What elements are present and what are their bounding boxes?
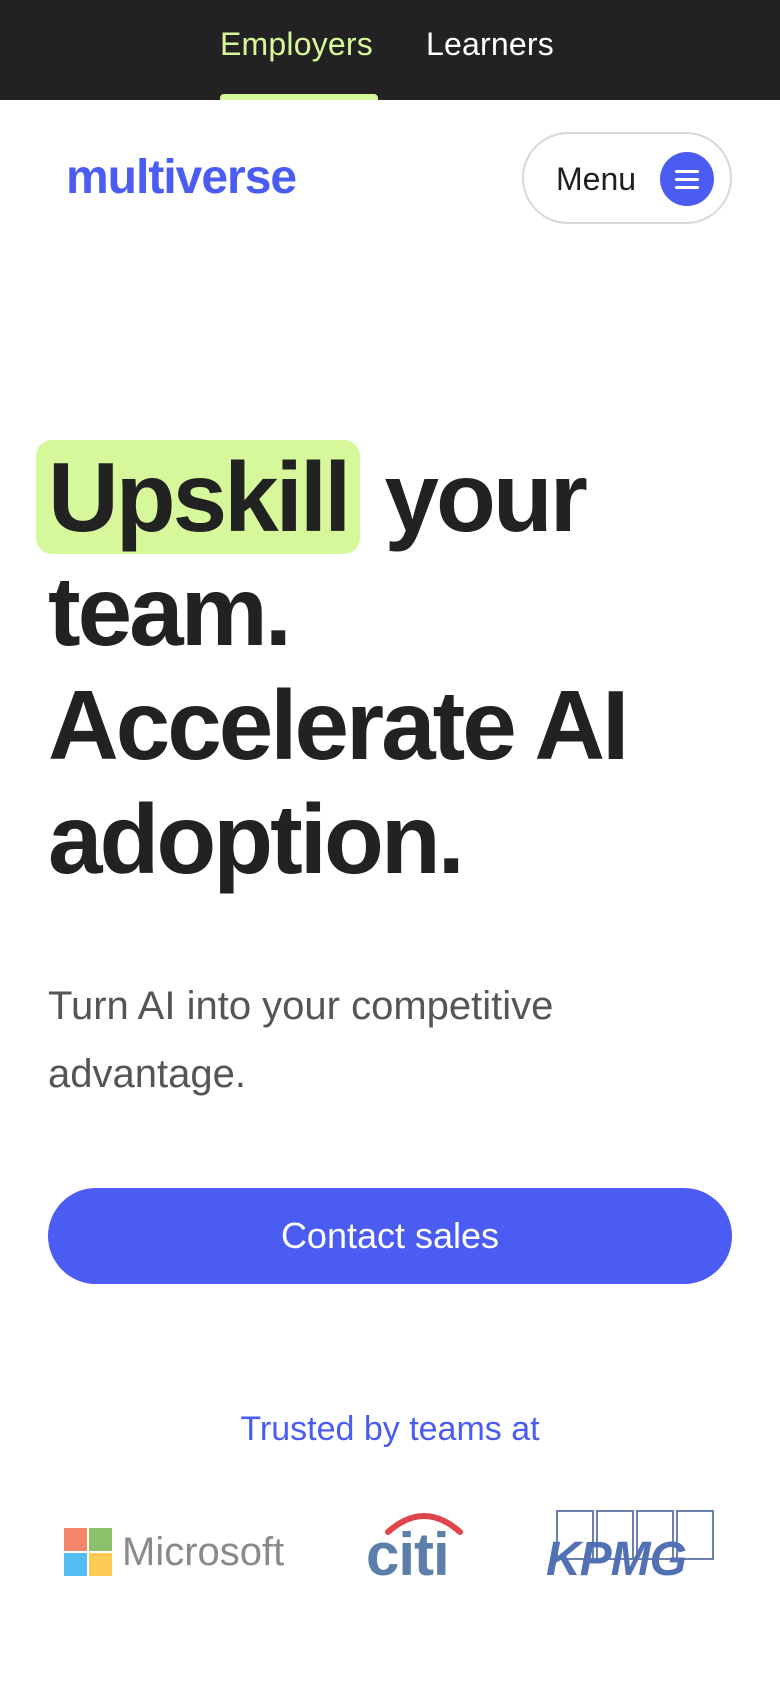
menu-label: Menu <box>556 161 637 197</box>
audience-switcher: Employers Learners <box>0 0 780 100</box>
tab-learners[interactable]: Learners <box>426 26 554 63</box>
contact-sales-button[interactable]: Contact sales <box>48 1188 732 1284</box>
menu-button[interactable]: Menu <box>522 132 732 224</box>
multiverse-logo[interactable]: multiverse <box>66 150 297 205</box>
hero-line1-rest: your <box>360 442 588 552</box>
citi-wordmark: citi <box>366 1521 450 1588</box>
hero-line3: Accelerate AI <box>48 670 629 780</box>
hero-line4: adoption. <box>48 784 465 894</box>
hero-highlight-word: Upskill <box>36 440 361 554</box>
hero-subtitle: Turn AI into your competitive advantage. <box>48 984 554 1096</box>
microsoft-grid-icon <box>64 1528 112 1576</box>
active-tab-indicator <box>220 94 378 100</box>
kpmg-logo: KPMG <box>546 1510 716 1586</box>
hero-line2: team. <box>48 556 292 666</box>
hero-heading: Upskill your team. Accelerate AI adoptio… <box>36 440 748 896</box>
hamburger-icon <box>660 152 714 206</box>
client-logos: Microsoft citi KPMG <box>0 1500 780 1590</box>
trusted-by-heading: Trusted by teams at <box>240 1410 540 1448</box>
tab-employers[interactable]: Employers <box>220 26 373 63</box>
kpmg-wordmark: KPMG <box>546 1533 687 1586</box>
microsoft-wordmark: Microsoft <box>122 1530 285 1574</box>
citi-logo: citi <box>366 1506 466 1588</box>
